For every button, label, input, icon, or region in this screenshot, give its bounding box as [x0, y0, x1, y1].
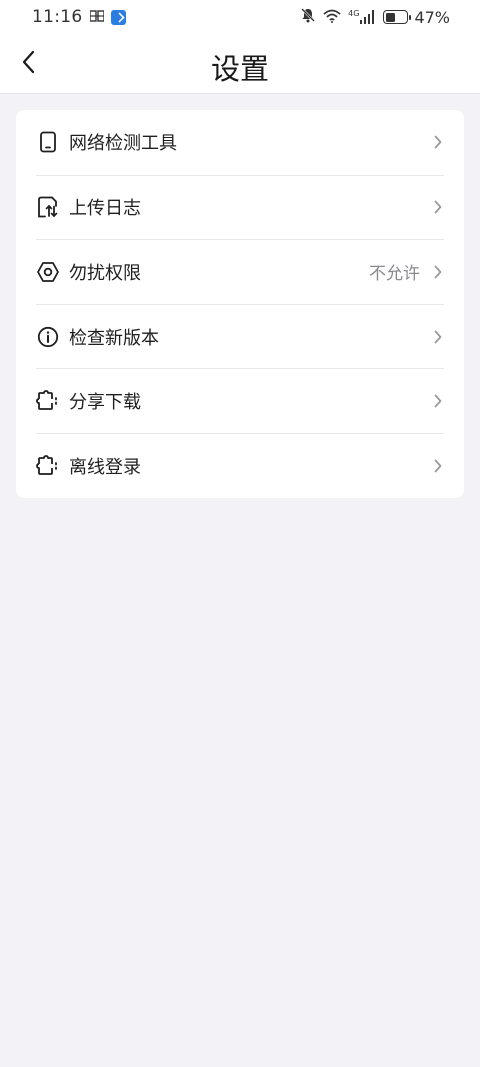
phone-device-icon — [36, 130, 60, 154]
settings-item-share-download[interactable]: 分享下载 — [36, 368, 444, 433]
puzzle-icon — [36, 454, 60, 478]
upload-log-icon — [36, 195, 60, 219]
battery-saver-icon — [383, 10, 412, 24]
info-circle-icon — [36, 325, 60, 349]
settings-item-label: 离线登录 — [69, 456, 141, 478]
chevron-right-icon — [432, 199, 444, 215]
battery-indicator: 47% — [383, 8, 450, 27]
status-bar: 11:16 4G 47% — [0, 0, 480, 34]
battery-percent: 47% — [414, 7, 450, 27]
signal-icon: 4G — [348, 10, 376, 24]
settings-item-label: 上传日志 — [69, 198, 141, 220]
puzzle-icon — [36, 389, 60, 413]
chevron-right-icon — [432, 458, 444, 474]
mute-bell-icon — [300, 7, 316, 27]
settings-item-dnd-permission[interactable]: 勿扰权限 不允许 — [36, 239, 444, 304]
battery-fill — [385, 12, 395, 22]
settings-item-value: 不允许 — [369, 264, 420, 285]
settings-list: 网络检测工具 上传日志 勿扰权限 不允许 检查新版本 分享下载 离线登录 — [16, 110, 464, 498]
settings-item-label: 网络检测工具 — [69, 133, 177, 155]
chevron-right-icon — [432, 329, 444, 345]
top-app-bar: 设置 — [0, 34, 480, 94]
settings-item-label: 检查新版本 — [69, 327, 159, 349]
status-time: 11:16 — [32, 7, 83, 27]
settings-item-network-tool[interactable]: 网络检测工具 — [36, 110, 444, 175]
status-right: 4G 47% — [300, 7, 450, 27]
settings-item-label: 勿扰权限 — [69, 262, 141, 284]
notification-app-icon — [88, 9, 105, 25]
wifi-icon — [323, 8, 341, 27]
settings-item-offline-login[interactable]: 离线登录 — [36, 432, 444, 498]
settings-item-label: 分享下载 — [69, 392, 141, 414]
settings-item-upload-log[interactable]: 上传日志 — [36, 174, 444, 240]
chevron-right-icon — [432, 134, 444, 150]
status-left: 11:16 — [32, 7, 126, 27]
page-title: 设置 — [210, 52, 269, 86]
app-blue-icon — [110, 9, 126, 25]
do-not-disturb-icon — [36, 260, 60, 284]
settings-item-check-update[interactable]: 检查新版本 — [36, 303, 444, 369]
network-type: 4G — [348, 9, 360, 18]
chevron-right-icon — [432, 393, 444, 409]
chevron-right-icon — [432, 264, 444, 280]
